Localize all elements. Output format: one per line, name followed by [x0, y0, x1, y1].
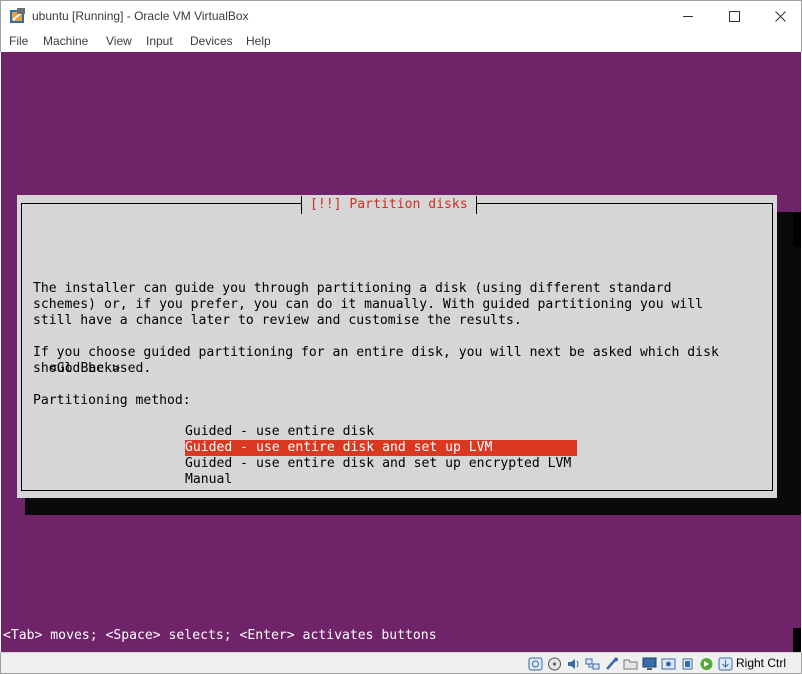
- screen-edge-artifact: [793, 212, 801, 246]
- host-key-label[interactable]: Right Ctrl: [736, 656, 786, 670]
- window-title: ubuntu [Running] - Oracle VM VirtualBox: [32, 9, 249, 23]
- virtualbox-app-icon: [10, 8, 25, 23]
- display-icon[interactable]: [642, 657, 657, 671]
- menu-bar: File Machine View Input Devices Help: [0, 31, 802, 52]
- menu-file[interactable]: File: [9, 34, 28, 48]
- keyboard-icon[interactable]: [718, 657, 733, 671]
- dialog-title: [!!] Partition disks: [301, 196, 477, 214]
- option-guided-entire-disk[interactable]: Guided - use entire disk: [185, 424, 374, 440]
- minimize-button[interactable]: [665, 1, 711, 32]
- menu-help[interactable]: Help: [246, 34, 271, 48]
- go-back-button[interactable]: <Go Back>: [49, 361, 120, 376]
- mouse-integration-icon[interactable]: [699, 657, 714, 671]
- maximize-icon: [728, 11, 740, 22]
- method-label: Partitioning method:: [33, 393, 191, 408]
- optical-drive-icon[interactable]: [547, 657, 562, 671]
- option-manual[interactable]: Manual: [185, 472, 232, 488]
- shared-folders-icon[interactable]: [623, 657, 638, 671]
- guided-info-line-1: If you choose guided partitioning for an…: [33, 345, 719, 360]
- minimize-icon: [682, 16, 693, 17]
- menu-machine[interactable]: Machine: [43, 34, 88, 48]
- vm-status-bar: Right Ctrl: [0, 652, 802, 674]
- screen-edge-artifact-bottom: [793, 628, 801, 652]
- intro-line-2: schemes) or, if you prefer, you can do i…: [33, 297, 704, 312]
- vm-display[interactable]: [!!] Partition disks The installer can g…: [1, 52, 801, 652]
- window-title-bar[interactable]: ubuntu [Running] - Oracle VM VirtualBox: [0, 0, 802, 31]
- maximize-button[interactable]: [711, 1, 757, 32]
- intro-line-3: still have a chance later to review and …: [33, 313, 522, 328]
- menu-devices[interactable]: Devices: [190, 34, 233, 48]
- hard-disk-icon[interactable]: [528, 657, 543, 671]
- option-guided-lvm[interactable]: Guided - use entire disk and set up LVM: [185, 440, 577, 456]
- video-capture-icon[interactable]: [661, 657, 676, 671]
- usb-icon[interactable]: [604, 657, 619, 671]
- partition-disks-dialog: [!!] Partition disks The installer can g…: [17, 195, 777, 498]
- close-icon: [774, 11, 786, 22]
- option-guided-encrypted-lvm[interactable]: Guided - use entire disk and set up encr…: [185, 456, 571, 472]
- intro-line-1: The installer can guide you through part…: [33, 281, 672, 296]
- menu-input[interactable]: Input: [146, 34, 173, 48]
- cpu-icon[interactable]: [680, 657, 695, 671]
- close-button[interactable]: [757, 1, 802, 32]
- audio-icon[interactable]: [566, 657, 581, 671]
- menu-view[interactable]: View: [106, 34, 132, 48]
- keyboard-help-line: <Tab> moves; <Space> selects; <Enter> ac…: [3, 628, 437, 643]
- network-icon[interactable]: [585, 657, 600, 671]
